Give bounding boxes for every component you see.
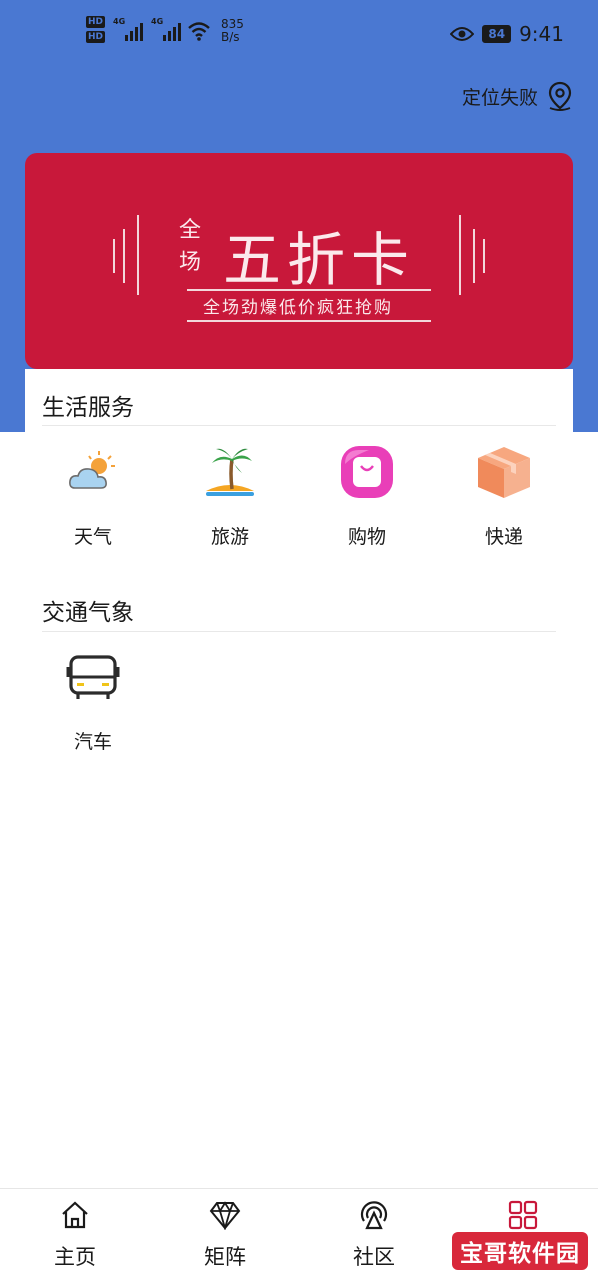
nav-home-label: 主页 (54, 1245, 96, 1269)
network-type-2: 4G (151, 17, 164, 26)
wifi-icon (188, 22, 210, 41)
signal-icon-2: 4G (151, 17, 182, 41)
banner-rule-top (187, 289, 431, 291)
app-screen: HD HD 4G 4G 835 B/s 84 9:41 定位失败 全 场 五折卡… (0, 0, 598, 1279)
watermark-text: 宝哥软件园 (460, 1241, 580, 1267)
service-bus-label: 汽车 (73, 731, 112, 753)
hd-indicator: HD HD (86, 16, 106, 46)
community-icon (356, 1197, 392, 1233)
life-services-title: 生活服务 (42, 395, 134, 421)
location-pin-icon (548, 81, 572, 111)
network-type-1: 4G (113, 17, 126, 26)
travel-palm-icon (198, 440, 262, 504)
status-time: 9:41 (519, 22, 564, 46)
section-divider (42, 631, 556, 632)
section-divider (42, 425, 556, 426)
service-express-label: 快递 (484, 526, 523, 548)
promo-banner[interactable]: 全 场 五折卡 全场劲爆低价疯狂抢购 (25, 153, 573, 369)
status-left: HD HD 4G 4G 835 B/s (86, 16, 244, 46)
watermark-badge: 宝哥软件园 (452, 1232, 588, 1270)
service-shopping-label: 购物 (347, 526, 386, 548)
service-bus[interactable]: 汽车 (33, 645, 153, 754)
battery-indicator: 84 (482, 25, 512, 43)
status-bar: HD HD 4G 4G 835 B/s 84 9:41 (0, 14, 598, 58)
banner-deco-line (113, 239, 115, 273)
signal-icon-1: 4G (113, 17, 144, 41)
nav-matrix[interactable]: 矩阵 (170, 1197, 280, 1271)
hd-top-label: HD (86, 16, 106, 28)
nav-matrix-label: 矩阵 (204, 1245, 246, 1269)
home-icon (57, 1197, 93, 1233)
banner-content: 全 场 五折卡 全场劲爆低价疯狂抢购 (25, 153, 573, 369)
package-icon (472, 440, 536, 504)
grid-icon (505, 1197, 541, 1233)
eye-icon (450, 27, 475, 41)
service-weather-label: 天气 (73, 526, 112, 548)
hd-bottom-label: HD (86, 31, 106, 43)
status-right: 84 9:41 (450, 22, 564, 46)
banner-rule-bottom (187, 320, 431, 322)
speed-unit: B/s (221, 30, 240, 44)
banner-deco-line (483, 239, 485, 273)
diamond-icon (207, 1197, 243, 1233)
traffic-title: 交通气象 (42, 600, 134, 626)
location-button[interactable]: 定位失败 (462, 80, 576, 112)
service-weather[interactable]: 天气 (33, 440, 153, 549)
nav-community[interactable]: 社区 (319, 1197, 429, 1271)
banner-deco-line (459, 215, 461, 295)
nav-community-label: 社区 (353, 1245, 395, 1269)
service-express[interactable]: 快递 (444, 440, 564, 549)
service-travel-label: 旅游 (210, 526, 249, 548)
banner-deco-line (137, 215, 139, 295)
service-shopping[interactable]: 购物 (307, 440, 427, 549)
banner-deco-line (123, 229, 125, 283)
bus-icon (61, 645, 125, 709)
banner-deco-line (473, 229, 475, 283)
location-label: 定位失败 (461, 86, 538, 109)
banner-small-text-1: 全 (179, 218, 202, 243)
service-travel[interactable]: 旅游 (170, 440, 290, 549)
banner-title: 五折卡 (223, 226, 416, 294)
nav-home[interactable]: 主页 (20, 1197, 130, 1271)
weather-icon (61, 440, 125, 504)
banner-small-text-2: 场 (179, 250, 202, 275)
network-speed: 835 B/s (221, 18, 244, 44)
banner-subtitle: 全场劲爆低价疯狂抢购 (203, 298, 393, 318)
shopping-bag-icon (335, 440, 399, 504)
